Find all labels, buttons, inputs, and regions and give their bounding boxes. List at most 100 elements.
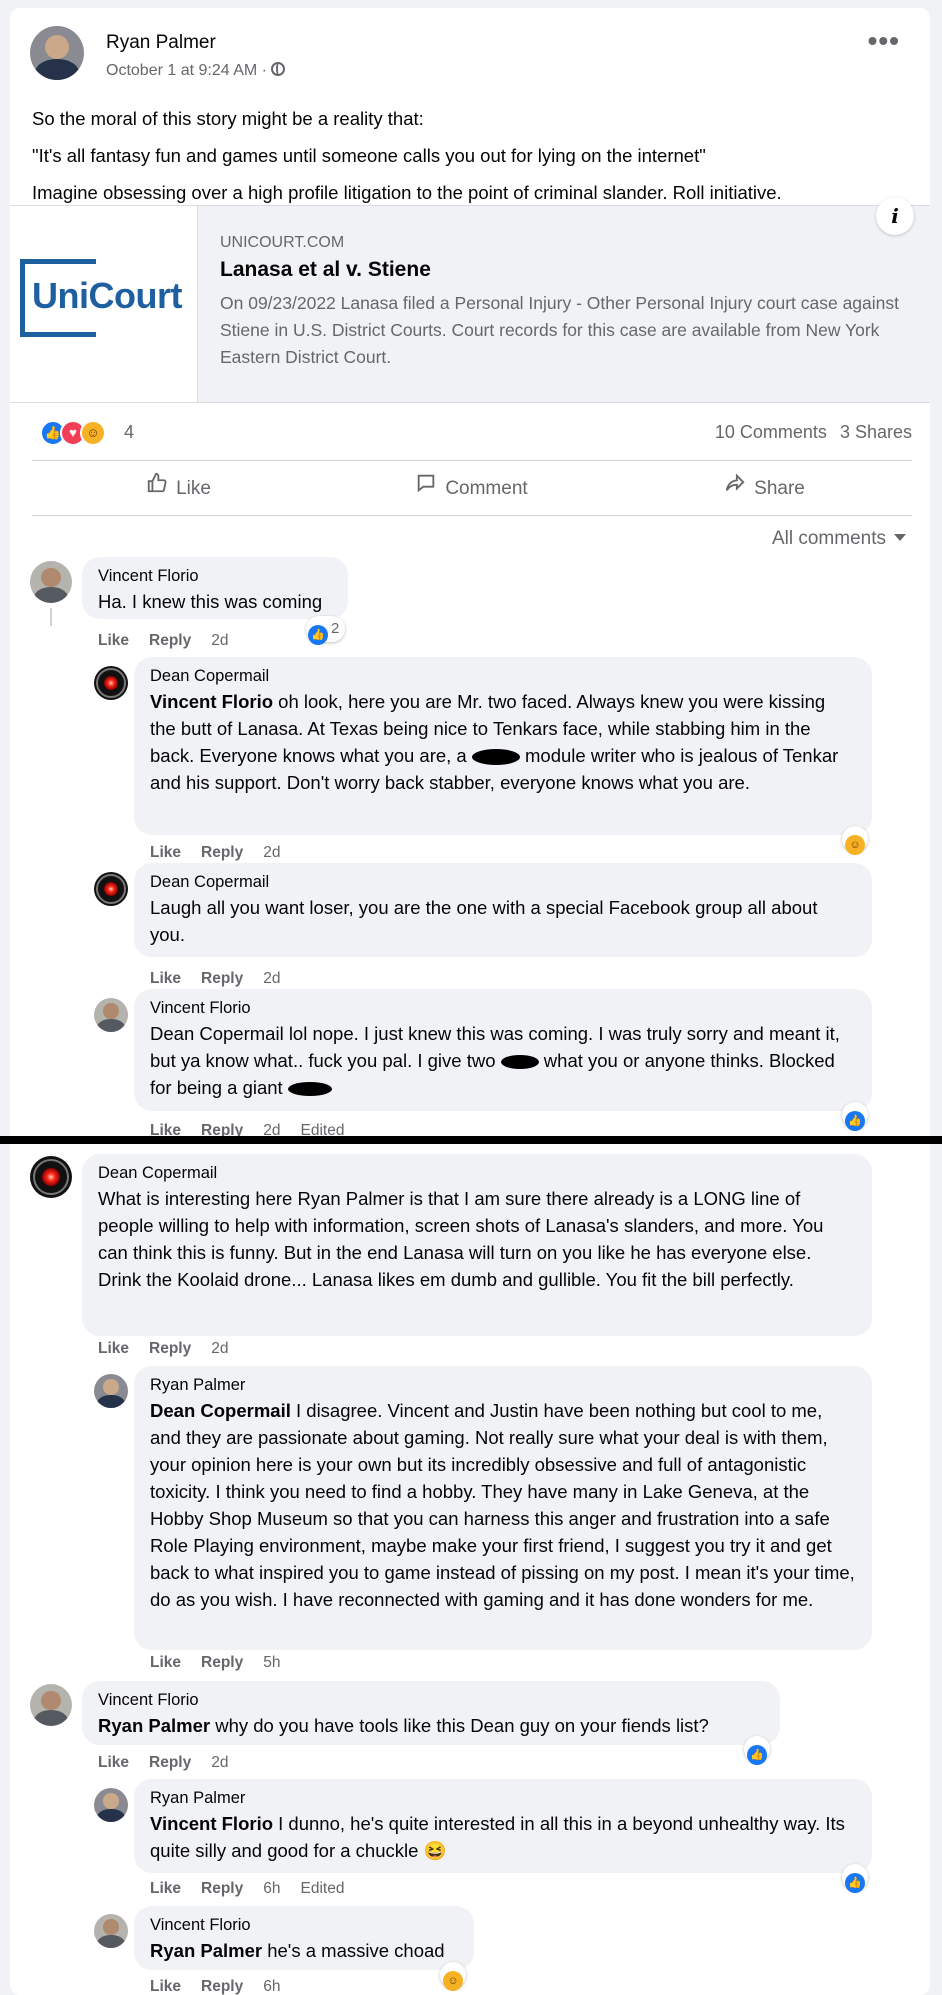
comment-reactions[interactable]: ☺ <box>842 826 868 855</box>
link-title[interactable]: Lanasa et al v. Stiene <box>220 258 431 282</box>
comment-time[interactable]: 2d <box>263 844 280 861</box>
comment-filter-dropdown[interactable]: All comments <box>772 528 906 550</box>
comment-author[interactable]: Dean Copermail <box>150 873 856 892</box>
comment-bubble: Dean Copermail Laugh all you want loser,… <box>134 863 872 957</box>
link-description: On 09/23/2022 Lanasa filed a Personal In… <box>220 293 900 367</box>
author-avatar[interactable] <box>30 26 84 80</box>
comment-reply-link[interactable]: Reply <box>201 1978 243 1995</box>
comment-author[interactable]: Dean Copermail <box>98 1164 856 1183</box>
link-thumbnail[interactable]: UniCourt <box>10 206 198 402</box>
comment-bubble: Dean Copermail Vincent Florio oh look, h… <box>134 657 872 835</box>
avatar[interactable] <box>30 1156 72 1198</box>
avatar[interactable] <box>94 872 128 906</box>
haha-icon: ☺ <box>443 1971 463 1991</box>
comment-actions: Like Reply 2d <box>150 970 300 988</box>
comment-reply-link[interactable]: Reply <box>201 1654 243 1671</box>
comment-reply-link[interactable]: Reply <box>201 844 243 861</box>
comment-like-link[interactable]: Like <box>98 1754 129 1771</box>
mention-link[interactable]: Vincent Florio <box>150 1813 273 1834</box>
comment-reply-link[interactable]: Reply <box>149 1340 191 1357</box>
comment-author[interactable]: Vincent Florio <box>150 1916 458 1935</box>
post-action-bar: Like Comment Share <box>32 460 912 516</box>
comment-reactions[interactable]: 👍 2 <box>306 616 346 645</box>
avatar[interactable] <box>30 1684 72 1726</box>
like-icon: 👍 <box>308 625 328 645</box>
like-icon: 👍 <box>747 1745 767 1765</box>
comment-count[interactable]: 10 Comments <box>715 422 827 442</box>
comment-reactions[interactable]: ☺ <box>440 1962 466 1991</box>
post-author-name[interactable]: Ryan Palmer <box>106 32 216 54</box>
like-icon: 👍 <box>845 1873 865 1893</box>
chevron-down-icon <box>894 534 906 541</box>
avatar[interactable] <box>30 561 72 603</box>
comment-reply-link[interactable]: Reply <box>149 632 191 649</box>
comment-actions: Like Reply 2d <box>98 1754 248 1772</box>
comment-author[interactable]: Vincent Florio <box>150 999 856 1018</box>
info-icon[interactable]: i <box>876 197 914 235</box>
mention-link[interactable]: Ryan Palmer <box>150 1940 262 1961</box>
comment-bubble: Ryan Palmer Vincent Florio I dunno, he's… <box>134 1779 872 1873</box>
comment-edited-label: Edited <box>300 1880 345 1897</box>
comment-text: What is interesting here Ryan Palmer is … <box>98 1188 824 1290</box>
comment-like-link[interactable]: Like <box>98 1340 129 1357</box>
comment-like-link[interactable]: Like <box>150 1880 181 1897</box>
post-line: So the moral of this story might be a re… <box>32 108 424 129</box>
mention-link[interactable]: Dean Copermail <box>150 1400 291 1421</box>
comment-actions: Like Reply 2d <box>150 844 300 862</box>
comment-time[interactable]: 2d <box>263 970 280 987</box>
avatar[interactable] <box>94 1788 128 1822</box>
comment-time[interactable]: 5h <box>263 1654 280 1671</box>
comment-bubble: Ryan Palmer Dean Copermail I disagree. V… <box>134 1366 872 1650</box>
reaction-count[interactable]: 4 <box>124 422 134 443</box>
like-icon: 👍 <box>845 1111 865 1131</box>
comment-time[interactable]: 6h <box>263 1978 280 1995</box>
comment-like-link[interactable]: Like <box>150 970 181 987</box>
comment-reactions[interactable]: 👍 <box>744 1736 770 1765</box>
avatar[interactable] <box>94 666 128 700</box>
comment-bubble: Vincent Florio Dean Copermail lol nope. … <box>134 989 872 1111</box>
link-preview[interactable]: UniCourt i UNICOURT.COM Lanasa et al v. … <box>10 197 930 403</box>
mention-link[interactable]: Ryan Palmer <box>98 1715 210 1736</box>
avatar[interactable] <box>94 998 128 1032</box>
comment-reply-link[interactable]: Reply <box>201 1880 243 1897</box>
comment-author[interactable]: Ryan Palmer <box>150 1376 856 1395</box>
comment-button[interactable]: Comment <box>325 461 618 515</box>
comment-like-link[interactable]: Like <box>98 632 129 649</box>
post-timestamp[interactable]: October 1 at 9:24 AM · <box>106 62 285 80</box>
comment-author[interactable]: Ryan Palmer <box>150 1789 856 1808</box>
comment-time[interactable]: 2d <box>211 1340 228 1357</box>
comment-text: Dean Copermail lol nope. I just knew thi… <box>150 1023 840 1098</box>
globe-icon <box>270 62 285 76</box>
like-button[interactable]: Like <box>32 461 325 515</box>
share-count[interactable]: 3 Shares <box>840 422 912 442</box>
comment-time[interactable]: 2d <box>211 632 228 649</box>
comment-text: Ryan Palmer he's a massive choad <box>150 1940 445 1961</box>
comment-time[interactable]: 6h <box>263 1880 280 1897</box>
unicourt-logo: UniCourt <box>20 259 190 337</box>
comment-like-link[interactable]: Like <box>150 844 181 861</box>
share-button[interactable]: Share <box>618 461 911 515</box>
haha-icon: ☺ <box>80 420 106 446</box>
post-line: "It's all fantasy fun and games until so… <box>32 145 706 166</box>
comment-author[interactable]: Vincent Florio <box>98 567 332 586</box>
comment-reply-link[interactable]: Reply <box>201 970 243 987</box>
redaction-mark <box>471 749 520 766</box>
post-body: So the moral of this story might be a re… <box>32 100 912 211</box>
avatar[interactable] <box>94 1374 128 1408</box>
comment-bubble: Vincent Florio Ryan Palmer why do you ha… <box>82 1681 780 1745</box>
comment-reply-link[interactable]: Reply <box>149 1754 191 1771</box>
comment-like-link[interactable]: Like <box>150 1978 181 1995</box>
avatar[interactable] <box>94 1914 128 1948</box>
mention-link[interactable]: Vincent Florio <box>150 691 273 712</box>
comment-author[interactable]: Dean Copermail <box>150 667 856 686</box>
comment-author[interactable]: Vincent Florio <box>98 1691 764 1710</box>
share-icon <box>724 461 746 515</box>
laughing-emoji-icon: 😆 <box>423 1840 447 1861</box>
comment-reactions[interactable]: 👍 <box>842 1864 868 1893</box>
comment-time[interactable]: 2d <box>211 1754 228 1771</box>
comment-like-link[interactable]: Like <box>150 1654 181 1671</box>
comment-actions: Like Reply 2d <box>98 1340 248 1358</box>
comment-reactions[interactable]: 👍 <box>842 1102 868 1131</box>
comment-text: Vincent Florio I dunno, he's quite inter… <box>150 1813 845 1861</box>
more-options-icon[interactable]: ••• <box>868 27 900 55</box>
